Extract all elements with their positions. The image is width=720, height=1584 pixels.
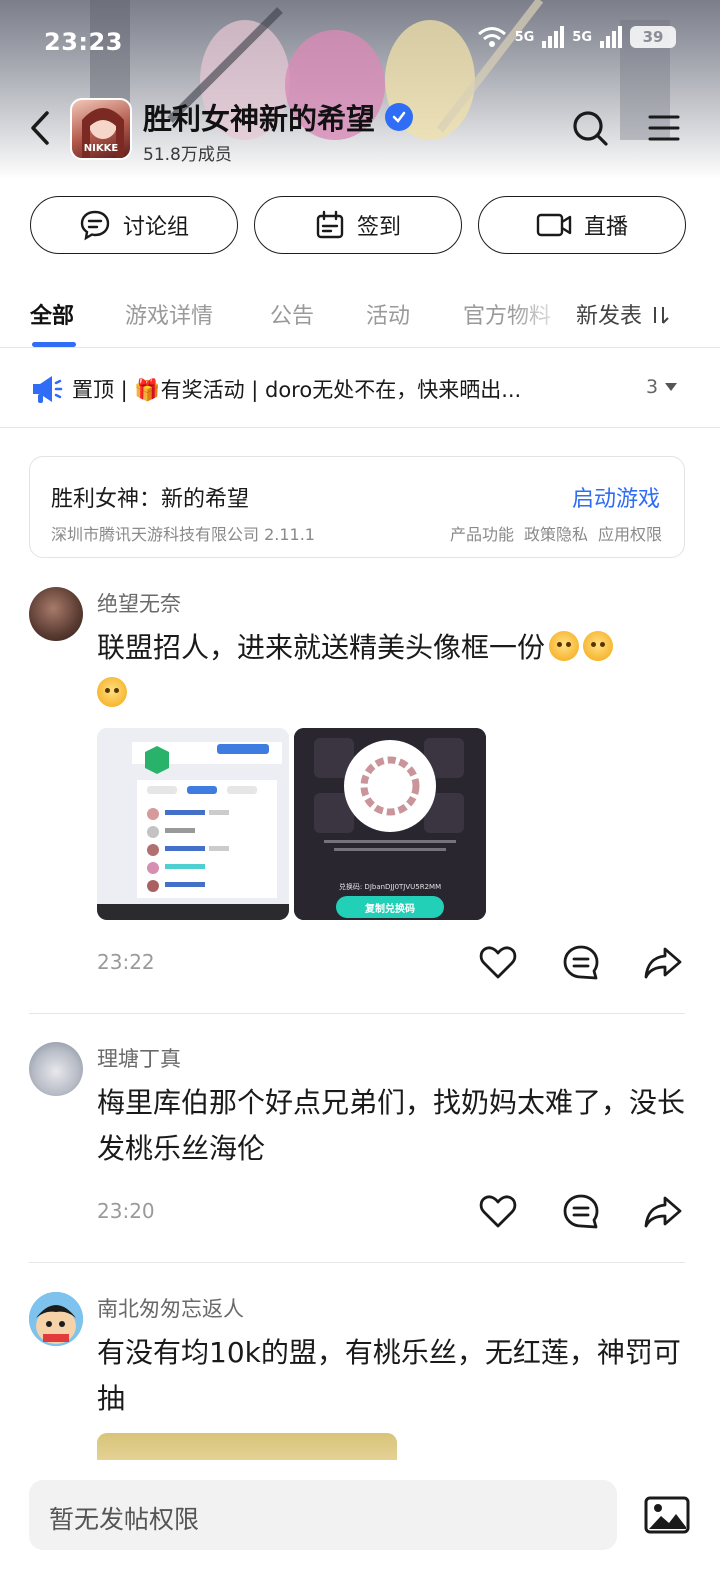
search-button[interactable] <box>570 108 610 148</box>
check-in-label: 签到 <box>356 215 401 240</box>
check-in-button[interactable]: 签到 <box>254 196 462 254</box>
redeem-code-text: 兑换码: DJbanDJJ0TJVU5R2MM <box>338 883 442 891</box>
copy-redeem-code-label: 复制兑换码 <box>365 904 415 915</box>
game-card-publisher: 深圳市腾讯天游科技有限公司 2.11.1 <box>51 525 315 544</box>
pinned-expand-button[interactable]: 3 <box>646 376 678 398</box>
avatar[interactable] <box>29 1042 83 1096</box>
signal-5g-label-2: 5G <box>572 29 592 45</box>
tab-bar: 全部 游戏详情 公告 活动 官方物料 新发表 <box>0 290 720 348</box>
like-button[interactable] <box>478 1192 518 1232</box>
game-card-links: 产品功能 政策隐私 应用权限 <box>450 521 662 545</box>
tab-events[interactable]: 活动 <box>366 298 410 330</box>
share-icon <box>644 1196 682 1228</box>
video-camera-icon <box>536 213 572 237</box>
tab-all[interactable]: 全部 <box>30 298 74 330</box>
signal-bars-icon <box>600 26 622 48</box>
guild-screenshot-art <box>97 728 289 920</box>
post-content[interactable]: 有没有均10k的盟，有桃乐丝，无红莲，神罚可抽 <box>97 1330 687 1422</box>
status-bar: 23:23 5G 5G 39 <box>0 0 720 84</box>
compose-input[interactable]: 暂无发帖权限 <box>29 1480 617 1550</box>
blushing-emoji-icon <box>583 631 614 661</box>
sort-newest-label: 新发表 <box>576 304 643 329</box>
heart-icon <box>479 946 517 979</box>
status-icons: 5G 5G 39 <box>477 26 676 48</box>
search-icon <box>573 111 608 146</box>
share-icon <box>644 947 682 979</box>
cartoon-avatar-art <box>29 1292 83 1346</box>
active-tab-indicator <box>32 342 76 347</box>
chevron-left-icon <box>31 111 49 145</box>
status-time: 23:23 <box>44 28 123 56</box>
image-icon <box>644 1496 690 1534</box>
post-divider <box>29 1262 685 1263</box>
post-divider <box>29 1013 685 1014</box>
privacy-policy-link[interactable]: 政策隐私 <box>524 521 588 545</box>
page-title: 胜利女神新的希望 <box>143 96 414 138</box>
tab-announcements[interactable]: 公告 <box>270 298 314 330</box>
discussion-group-button[interactable]: 讨论组 <box>30 196 238 254</box>
bottom-compose-bar: 暂无发帖权限 <box>0 1460 720 1584</box>
live-stream-button[interactable]: 直播 <box>478 196 686 254</box>
post-image-1[interactable] <box>97 728 289 920</box>
chat-bubble-icon <box>80 210 110 241</box>
hamburger-menu-icon <box>648 115 680 141</box>
menu-button[interactable] <box>644 108 684 148</box>
battery-indicator: 39 <box>630 26 676 48</box>
pinned-text: 置顶 | 🎁有奖活动 | doro无处不在，快来晒出... <box>72 378 522 402</box>
calendar-icon <box>316 210 344 239</box>
pinned-announcement[interactable]: 置顶 | 🎁有奖活动 | doro无处不在，快来晒出... 3 <box>0 350 720 428</box>
comment-icon <box>563 1194 599 1229</box>
post-image-2[interactable]: 兑换码: DJbanDJJ0TJVU5R2MM 复制兑换码 <box>294 728 486 920</box>
post-content[interactable]: 梅里库伯那个好点兄弟们，找奶妈太难了，没长发桃乐丝海伦 <box>97 1080 687 1172</box>
game-info-card: 胜利女神：新的希望 深圳市腾讯天游科技有限公司 2.11.1 启动游戏 产品功能… <box>29 456 685 558</box>
group-header: 23:23 5G 5G 39 NIKKE 胜利女神新的希望 51.8万成员 <box>0 0 720 178</box>
app-permissions-link[interactable]: 应用权限 <box>598 521 662 545</box>
sort-newest-button[interactable]: 新发表 <box>576 298 676 330</box>
comment-button[interactable] <box>561 1192 601 1232</box>
blushing-emoji-icon <box>549 631 580 661</box>
action-buttons: 讨论组 签到 直播 <box>30 196 686 254</box>
game-card-title: 胜利女神：新的希望 <box>51 487 250 512</box>
wifi-icon <box>477 27 506 47</box>
post-author[interactable]: 理塘丁真 <box>97 1043 181 1073</box>
pinned-count: 3 <box>646 376 659 398</box>
post-time: 23:20 <box>97 1199 155 1223</box>
compose-placeholder: 暂无发帖权限 <box>49 1505 200 1534</box>
tab-fade-overlay <box>510 290 580 340</box>
share-button[interactable] <box>643 1192 683 1232</box>
group-name: 胜利女神新的希望 <box>143 102 376 136</box>
game-avatar-label: NIKKE <box>83 143 119 154</box>
avatar[interactable] <box>29 1292 83 1346</box>
heart-icon <box>479 1195 517 1228</box>
post-time: 23:22 <box>97 950 155 974</box>
live-stream-label: 直播 <box>583 215 628 240</box>
back-button[interactable] <box>22 108 58 148</box>
blushing-emoji-icon <box>97 677 127 707</box>
post-author[interactable]: 绝望无奈 <box>97 588 181 618</box>
post-author[interactable]: 南北匆匆忘返人 <box>97 1293 244 1323</box>
comment-button[interactable] <box>561 943 601 983</box>
signal-bars-icon <box>542 26 565 48</box>
signal-5g-label-1: 5G <box>514 29 535 45</box>
tab-game-details[interactable]: 游戏详情 <box>125 298 213 330</box>
like-button[interactable] <box>478 943 518 983</box>
member-count: 51.8万成员 <box>143 145 232 165</box>
comment-icon <box>563 945 599 980</box>
post-content[interactable]: 联盟招人，进来就送精美头像框一份 <box>97 625 687 717</box>
avatar[interactable] <box>29 587 83 641</box>
megaphone-icon <box>33 376 63 403</box>
triangle-down-icon <box>665 383 678 391</box>
sort-icon <box>654 307 669 324</box>
product-features-link[interactable]: 产品功能 <box>450 521 514 545</box>
image-upload-button[interactable] <box>644 1496 690 1534</box>
verified-badge-icon <box>385 103 414 131</box>
launch-game-button[interactable]: 启动游戏 <box>572 481 660 513</box>
game-avatar[interactable]: NIKKE <box>70 98 132 160</box>
share-button[interactable] <box>643 943 683 983</box>
post-text: 联盟招人，进来就送精美头像框一份 <box>97 631 546 664</box>
discussion-group-label: 讨论组 <box>122 215 189 240</box>
